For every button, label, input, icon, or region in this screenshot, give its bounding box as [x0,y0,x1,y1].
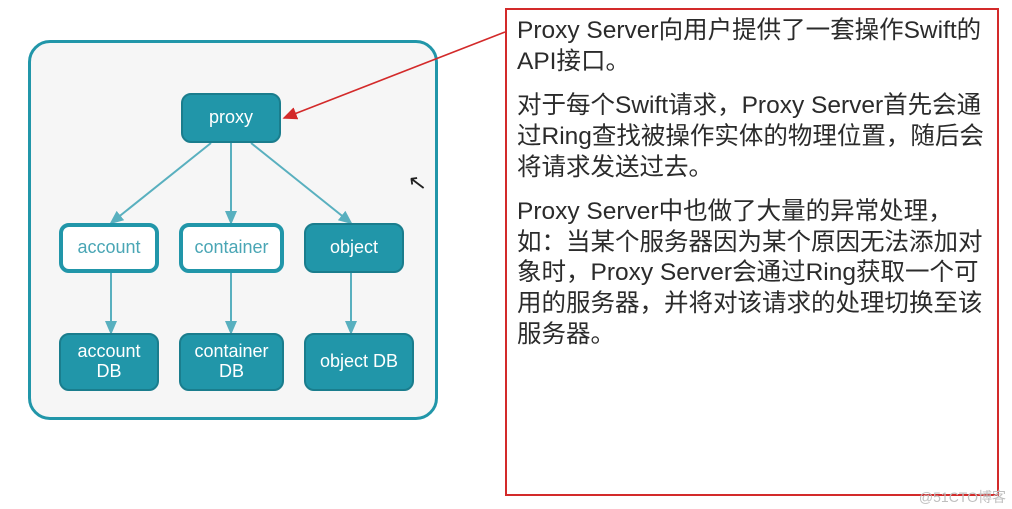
cursor-icon: ↖ [406,169,428,197]
node-object: object [304,223,404,273]
node-container: container [179,223,284,273]
node-proxy: proxy [181,93,281,143]
desc-paragraph-3: Proxy Server中也做了大量的异常处理，如：当某个服务器因为某个原因无法… [517,197,987,350]
architecture-diagram: proxy account container object account D… [28,40,438,420]
node-account: account [59,223,159,273]
desc-paragraph-2: 对于每个Swift请求，Proxy Server首先会通过Ring查找被操作实体… [517,91,987,183]
watermark: @51CTO博客 [919,487,1006,507]
node-object-db: object DB [304,333,414,391]
desc-paragraph-1: Proxy Server向用户提供了一套操作Swift的API接口。 [517,16,987,77]
node-account-db: account DB [59,333,159,391]
description-panel: Proxy Server向用户提供了一套操作Swift的API接口。 对于每个S… [505,8,999,496]
node-container-db: container DB [179,333,284,391]
